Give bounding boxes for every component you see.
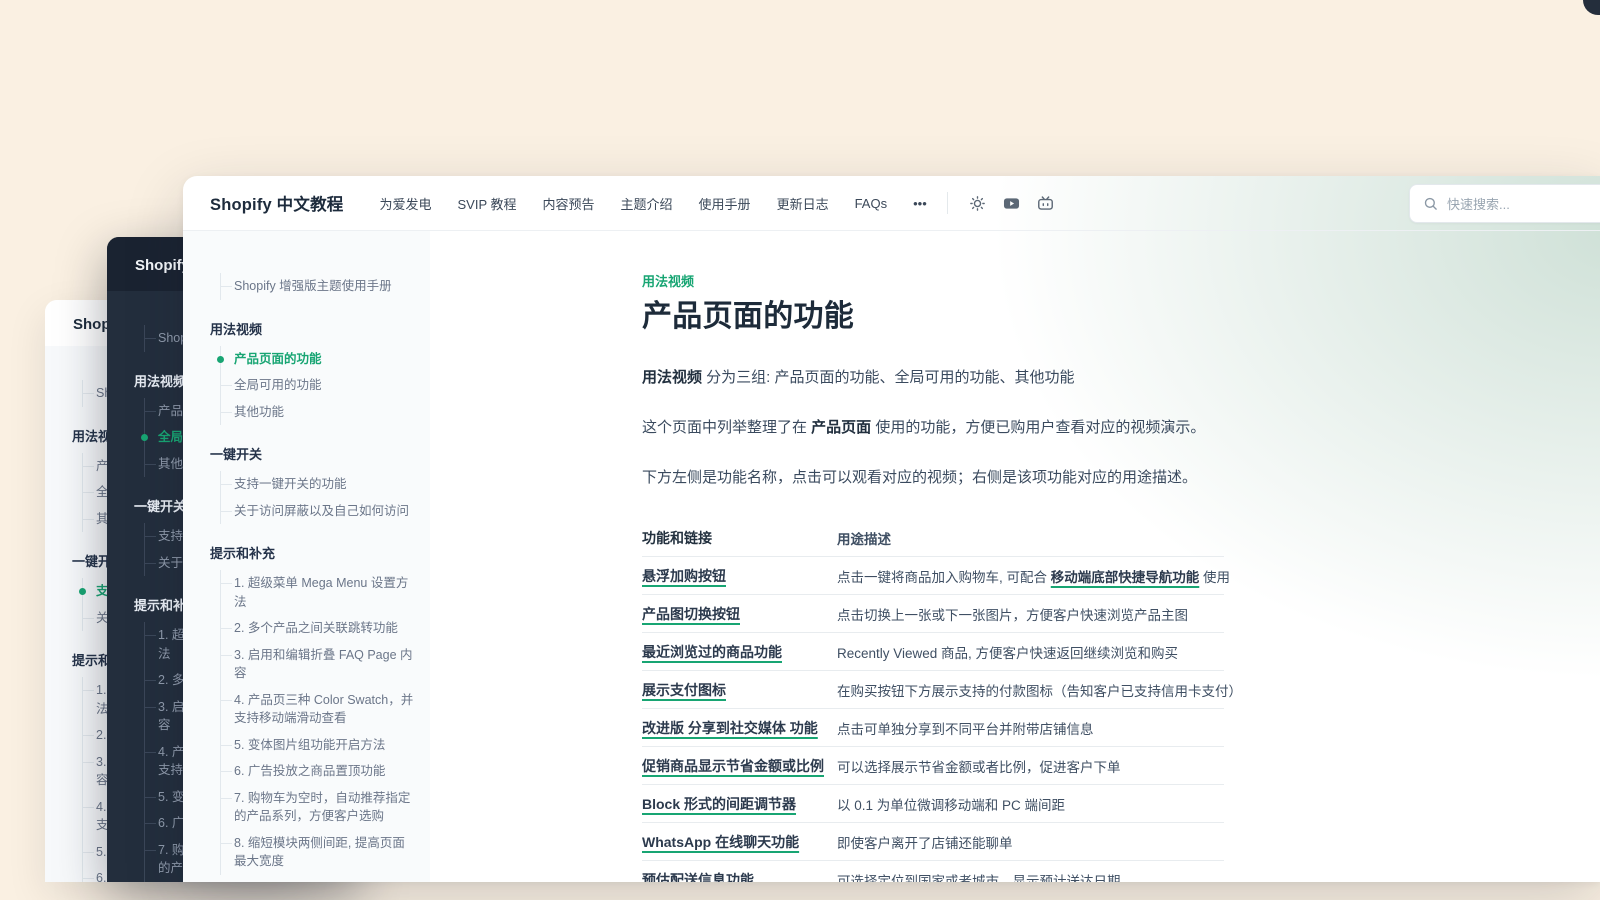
sidebar-entry[interactable]: 2. 多个产品之间关联跳转功能 — [210, 615, 416, 642]
feature-link[interactable]: Block 形式的间距调节器 — [642, 796, 796, 812]
table-row: 促销商品显示节省金额或比例 可以选择展示节省金额或者比例，促进客户下单 — [642, 746, 1224, 784]
search-icon — [1423, 196, 1438, 211]
nav-item[interactable]: SVIP 教程 — [458, 194, 517, 213]
sidebar-entry[interactable]: 产品页面的功能 — [210, 346, 416, 373]
feature-link[interactable]: 促销商品显示节省金额或比例 — [642, 758, 824, 774]
nav-item[interactable]: 内容预告 — [543, 194, 595, 213]
nav-item[interactable]: 更新日志 — [777, 194, 829, 213]
nav-item[interactable]: 使用手册 — [699, 194, 751, 213]
sidebar-entry[interactable]: 7. 购物车为空时，自动推荐指定的产品系列，方便客户选购 — [210, 785, 416, 830]
youtube-icon[interactable] — [998, 189, 1026, 217]
feature-desc: 可选择定位到国家或者城市，显示预计送达日期 — [837, 870, 1224, 883]
table-row: 产品图切换按钮 点击切换上一张或下一张图片，方便客户快速浏览产品主图 — [642, 594, 1224, 632]
search-input[interactable]: 快速搜索... — [1409, 184, 1600, 223]
sidebar-entry[interactable]: 全局可用的功能 — [210, 372, 416, 399]
search-placeholder: 快速搜索... — [1447, 194, 1510, 213]
sidebar-entry[interactable]: 支持一键开关的功能 — [210, 471, 416, 498]
sidebar-entry[interactable]: 关于访问屏蔽以及自己如何访问 — [210, 498, 416, 525]
sidebar-entry[interactable]: 其他功能 — [210, 399, 416, 426]
table-row: WhatsApp 在线聊天功能 即使客户离开了店铺还能聊单 — [642, 822, 1224, 860]
table-header-row: 功能和链接 用途描述 — [642, 520, 1224, 556]
theme-toggle-sun-icon[interactable] — [964, 189, 992, 217]
sidebar-entry[interactable]: Shopify 增强版主题使用手册 — [210, 273, 416, 300]
table-row: 预估配送信息功能 可选择定位到国家或者城市，显示预计送达日期 — [642, 860, 1224, 882]
feature-link[interactable]: WhatsApp 在线聊天功能 — [642, 834, 799, 850]
sidebar-entry[interactable]: 提示和补充 — [210, 545, 416, 563]
feature-desc: 点击可单独分享到不同平台并附带店铺信息 — [837, 718, 1224, 738]
intro-paragraph-3: 下方左侧是功能名称，点击可以观看对应的视频；右侧是该项功能对应的用途描述。 — [642, 466, 1224, 490]
feature-link[interactable]: 改进版 分享到社交媒体 功能 — [642, 720, 818, 736]
intro-paragraph-1: 用法视频 分为三组: 产品页面的功能、全局可用的功能、其他功能 — [642, 366, 1224, 390]
feature-desc: 以 0.1 为单位微调移动端和 PC 端间距 — [837, 794, 1224, 814]
sidebar-entry[interactable]: 4. 产品页三种 Color Swatch，并支持移动端滑动查看 — [210, 687, 416, 732]
main-nav: 为爱发电 SVIP 教程 内容预告 主题介绍 使用手册 更新日志 FAQs ••… — [379, 194, 926, 213]
nav-item[interactable]: ••• — [913, 196, 927, 211]
desc-inline-link[interactable]: 移动端底部快捷导航功能 — [1051, 570, 1200, 585]
feature-desc: 可以选择展示节省金额或者比例，促进客户下单 — [837, 756, 1224, 776]
header-divider — [947, 192, 948, 214]
feature-desc: 点击切换上一张或下一张图片，方便客户快速浏览产品主图 — [837, 604, 1224, 624]
nav-item[interactable]: 为爱发电 — [379, 194, 431, 213]
sidebar-entry[interactable]: 1. 超级菜单 Mega Menu 设置方法 — [210, 570, 416, 615]
table-row: 最近浏览过的商品功能 Recently Viewed 商品, 方便客户快速返回继… — [642, 632, 1224, 670]
site-logo[interactable]: Shopify 中文教程 — [210, 191, 343, 215]
category-eyebrow: 用法视频 — [642, 273, 1224, 291]
sidebar-entry[interactable]: 6. 广告投放之商品置顶功能 — [210, 758, 416, 785]
feature-link[interactable]: 最近浏览过的商品功能 — [642, 644, 782, 660]
col-header-feature: 功能和链接 — [642, 528, 837, 548]
feature-link[interactable]: 产品图切换按钮 — [642, 606, 740, 622]
col-header-desc: 用途描述 — [837, 528, 1224, 548]
header-icons — [964, 189, 1060, 217]
feature-desc: 在购买按钮下方展示支持的付款图标（告知客户已支持信用卡支付） — [837, 680, 1242, 700]
window-body: Shopify 增强版主题使用手册 用法视频 产品页面的功能 全局可用的功能 其… — [183, 231, 1600, 882]
feature-desc: Recently Viewed 商品, 方便客户快速返回继续浏览和购买 — [837, 642, 1224, 662]
table-row: Block 形式的间距调节器 以 0.1 为单位微调移动端和 PC 端间距 — [642, 784, 1224, 822]
bilibili-icon[interactable] — [1032, 189, 1060, 217]
doc-sidebar-nav: Shopify 增强版主题使用手册 用法视频 产品页面的功能 全局可用的功能 其… — [183, 231, 430, 882]
page-title: 产品页面的功能 — [642, 298, 1224, 336]
feature-link[interactable]: 预估配送信息功能 — [642, 872, 754, 883]
sidebar-entry[interactable]: 3. 启用和编辑折叠 FAQ Page 内容 — [210, 642, 416, 687]
table-row: 改进版 分享到社交媒体 功能 点击可单独分享到不同平台并附带店铺信息 — [642, 708, 1224, 746]
sidebar-entry[interactable]: 8. 缩短模块两侧间距, 提高页面最大宽度 — [210, 830, 416, 875]
table-row: 展示支付图标 在购买按钮下方展示支持的付款图标（告知客户已支持信用卡支付） — [642, 670, 1224, 708]
intro-paragraph-2: 这个页面中列举整理了在 产品页面 使用的功能，方便已购用户查看对应的视频演示。 — [642, 416, 1224, 440]
doc-sidebar: Shopify 增强版主题使用手册 用法视频 产品页面的功能 全局可用的功能 其… — [183, 231, 430, 882]
sidebar-entry[interactable]: 一键开关 — [210, 446, 416, 464]
nav-item[interactable]: FAQs — [855, 196, 888, 211]
background-window-corner — [1583, 0, 1600, 15]
feature-desc: 即使客户离开了店铺还能聊单 — [837, 832, 1224, 852]
sidebar-entry[interactable]: 5. 变体图片组功能开启方法 — [210, 732, 416, 759]
main-window: Shopify 中文教程 为爱发电 SVIP 教程 内容预告 主题介绍 使用手册… — [183, 176, 1600, 882]
feature-link[interactable]: 展示支付图标 — [642, 682, 726, 698]
feature-desc: 点击一键将商品加入购物车, 可配合 移动端底部快捷导航功能 使用 — [837, 566, 1230, 586]
table-row: 悬浮加购按钮 点击一键将商品加入购物车, 可配合 移动端底部快捷导航功能 使用 — [642, 556, 1224, 594]
sidebar-entry[interactable]: 用法视频 — [210, 321, 416, 339]
page-background: Shopify 中文教程 Shopify 增强版主题使用手册 用法视频 产品页面… — [0, 0, 1600, 900]
features-table: 功能和链接 用途描述 悬浮加购按钮 点击一键将商品加入购物车, 可配合 移动端底… — [642, 520, 1224, 882]
feature-link[interactable]: 悬浮加购按钮 — [642, 568, 726, 584]
site-header: Shopify 中文教程 为爱发电 SVIP 教程 内容预告 主题介绍 使用手册… — [183, 176, 1600, 231]
nav-item[interactable]: 主题介绍 — [621, 194, 673, 213]
doc-content: 用法视频 产品页面的功能 用法视频 分为三组: 产品页面的功能、全局可用的功能、… — [642, 231, 1224, 882]
